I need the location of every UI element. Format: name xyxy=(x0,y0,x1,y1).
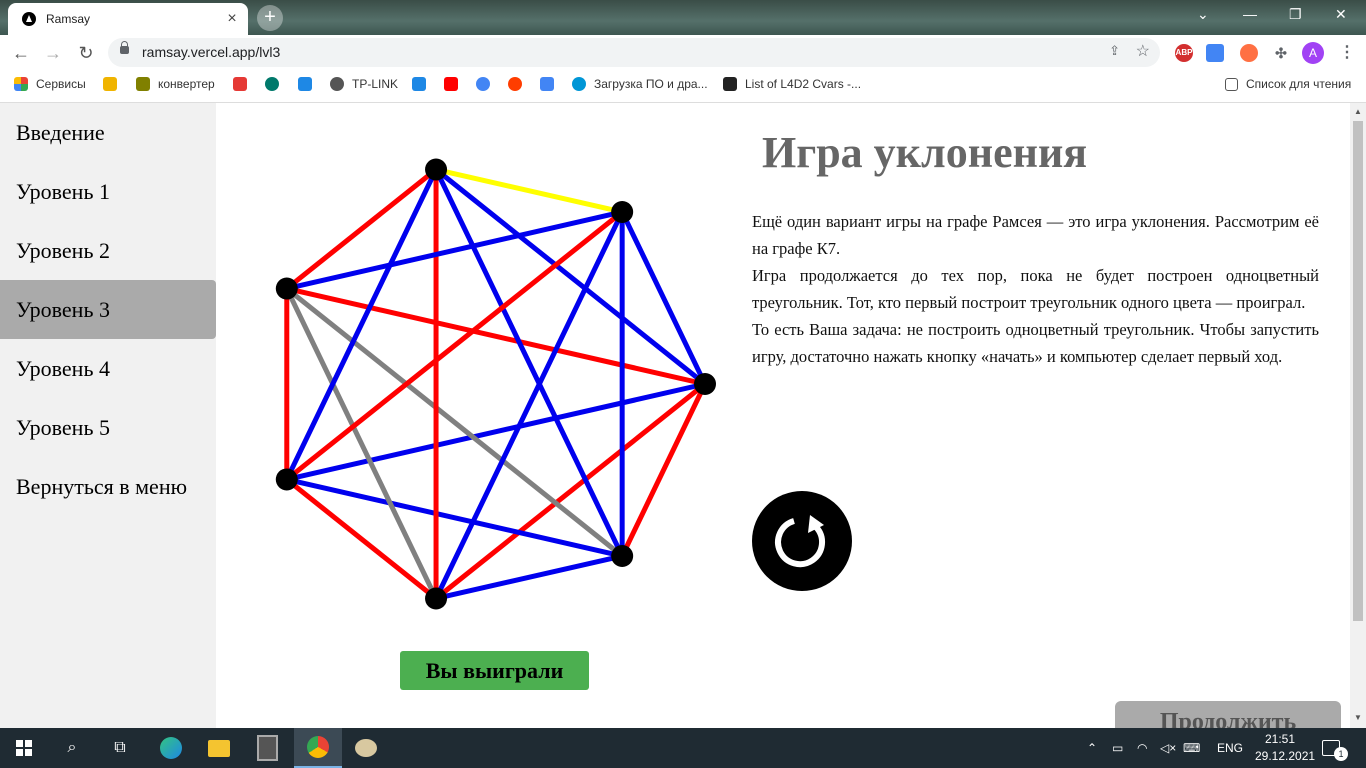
wifi-icon[interactable]: ◠ xyxy=(1137,728,1147,768)
language-indicator[interactable]: ENG xyxy=(1217,728,1243,768)
chrome-icon[interactable] xyxy=(294,728,342,768)
graph-vertex-3 xyxy=(275,468,298,491)
graph-vertices xyxy=(275,158,716,610)
description-paragraph-2: Игра продолжается до тех пор, пока не бу… xyxy=(752,266,1319,312)
description-paragraph-3: То есть Ваша задача: не построить одноцв… xyxy=(752,320,1319,366)
keyboard-icon[interactable]: ⌨ xyxy=(1183,728,1200,768)
paint-icon[interactable] xyxy=(342,728,390,768)
scroll-down-icon[interactable]: ▼ xyxy=(1354,713,1362,722)
graph-edge-1-5[interactable] xyxy=(433,168,625,558)
graph-vertex-1 xyxy=(611,545,634,568)
edge-icon[interactable] xyxy=(147,728,195,768)
battery-icon[interactable]: ▭ xyxy=(1112,728,1123,768)
windows-logo-icon xyxy=(16,740,32,756)
scroll-up-icon[interactable]: ▲ xyxy=(1354,107,1362,116)
graph-vertex-2 xyxy=(425,587,448,610)
description-paragraph-1: Ещё один вариант игры на графе Рамсея — … xyxy=(752,212,1319,258)
calculator-icon[interactable] xyxy=(243,728,291,768)
volume-muted-icon[interactable]: ◁× xyxy=(1160,728,1176,768)
graph-edge-2-4[interactable] xyxy=(284,287,439,600)
notifications-icon[interactable]: 1 xyxy=(1322,728,1348,768)
notification-count-badge: 1 xyxy=(1334,747,1348,761)
graph-edge-3-5[interactable] xyxy=(284,168,439,481)
page-scrollbar[interactable]: ▲ ▼ xyxy=(1350,103,1366,728)
scrollbar-thumb[interactable] xyxy=(1353,121,1363,621)
graph-edges xyxy=(284,167,708,601)
graph-vertex-6 xyxy=(611,200,634,223)
restart-icon xyxy=(775,515,825,568)
show-hidden-icons-icon[interactable]: ⌃ xyxy=(1087,728,1097,768)
clock[interactable]: 21:51 29.12.2021 xyxy=(1255,731,1316,765)
graph-edge-0-1[interactable] xyxy=(619,382,708,558)
clock-time: 21:51 xyxy=(1264,732,1296,746)
windows-taskbar: ⌕ ⧉ ⌃ ▭ ◠ ◁× ⌨ ENG 21:51 29.12.2021 1 xyxy=(0,728,1366,768)
page-title: Игра уклонения xyxy=(762,128,1088,177)
graph-edge-2-6[interactable] xyxy=(433,210,625,600)
graph-vertex-5 xyxy=(425,158,448,181)
task-view-icon[interactable]: ⧉ xyxy=(96,728,144,768)
result-badge: Вы выиграли xyxy=(400,651,589,690)
k7-graph[interactable] xyxy=(0,0,1366,768)
description: Ещё один вариант игры на графе Рамсея — … xyxy=(752,208,1319,370)
start-button[interactable] xyxy=(0,728,48,768)
search-icon[interactable]: ⌕ xyxy=(48,728,96,768)
file-explorer-icon[interactable] xyxy=(195,728,243,768)
graph-edge-0-6[interactable] xyxy=(619,210,708,386)
clock-date: 29.12.2021 xyxy=(1255,749,1316,763)
restart-button[interactable] xyxy=(752,491,852,591)
graph-vertex-4 xyxy=(275,277,298,300)
graph-vertex-0 xyxy=(694,373,716,395)
